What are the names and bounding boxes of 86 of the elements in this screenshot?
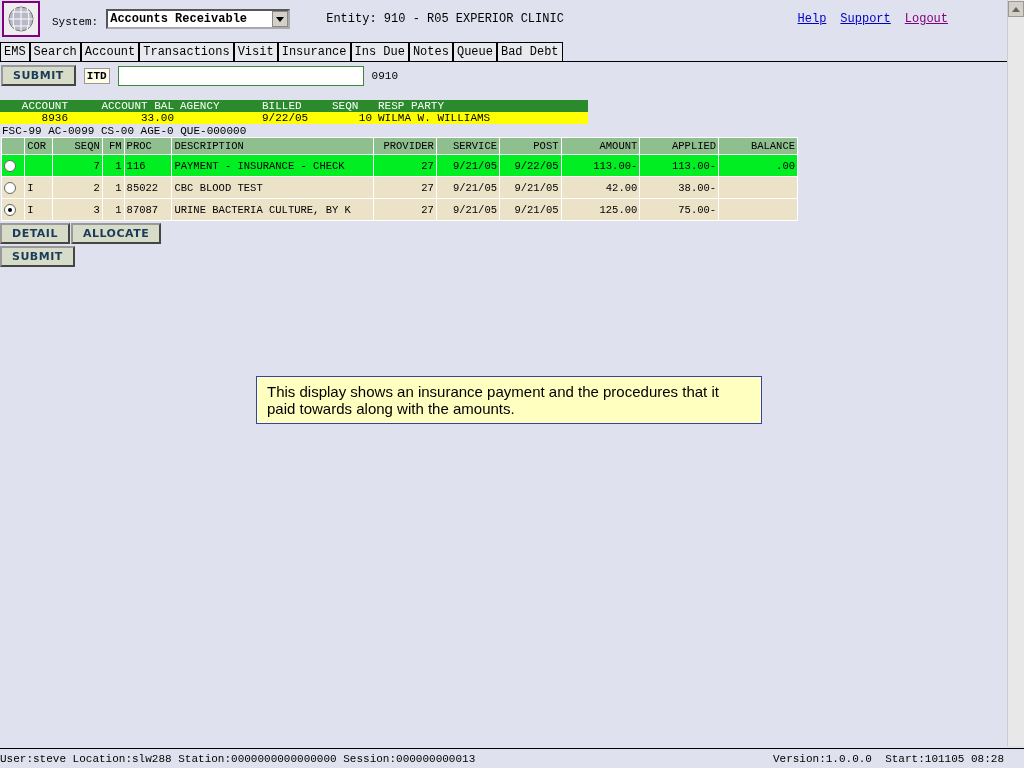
- column-header: FM: [102, 138, 124, 154]
- account-value: 10: [357, 112, 372, 124]
- table-cell: CBC BLOOD TEST: [174, 181, 263, 194]
- column-header: SEQN: [53, 138, 102, 154]
- table-cell: 9/21/05: [452, 181, 497, 194]
- table-cell: 7: [93, 159, 100, 172]
- command-input-field[interactable]: [117, 65, 364, 86]
- tab[interactable]: Transactions: [139, 42, 234, 61]
- account-value: WILMA W. WILLIAMS: [378, 112, 492, 124]
- column-header: APPLIED: [640, 138, 719, 154]
- tab[interactable]: Notes: [408, 42, 453, 61]
- row-radio[interactable]: [4, 159, 16, 172]
- system-label: System:: [52, 16, 99, 28]
- table-cell: 85022: [126, 181, 159, 194]
- tab[interactable]: EMS: [0, 42, 30, 61]
- account-codes: FSC-99 AC-0099 CS-00 AGE-0 QUE-000000: [2, 125, 248, 137]
- column-header: AMOUNT: [561, 138, 640, 154]
- table-cell: 9/22/05: [514, 159, 559, 172]
- tab[interactable]: Queue: [452, 42, 497, 61]
- account-column-header: ACCOUNT BAL: [100, 100, 174, 112]
- submit-button[interactable]: SUBMIT: [1, 65, 76, 86]
- account-column-header: ACCOUNT: [20, 100, 68, 112]
- table-cell: I: [27, 181, 34, 194]
- account-value: 33.00: [140, 112, 174, 124]
- header-link[interactable]: Logout: [904, 12, 948, 26]
- column-header: COR: [25, 138, 53, 154]
- row-radio[interactable]: [4, 203, 16, 216]
- table-cell: 9/21/05: [452, 203, 497, 216]
- table-cell: 1: [115, 159, 122, 172]
- account-column-header: BILLED: [262, 100, 303, 112]
- entity-code: 0910: [371, 69, 398, 82]
- table-cell: URINE BACTERIA CULTURE, BY K: [174, 203, 351, 216]
- account-value: 8936: [40, 112, 68, 124]
- table-cell: I: [27, 203, 34, 216]
- table-cell: 38.00-: [678, 181, 717, 194]
- system-select[interactable]: Accounts Receivable: [106, 9, 291, 29]
- table-cell: 9/21/05: [452, 159, 497, 172]
- table-cell: 3: [93, 203, 100, 216]
- header-link[interactable]: Support: [840, 12, 891, 26]
- column-header: BALANCE: [719, 138, 797, 154]
- scrollbar[interactable]: [1007, 0, 1024, 746]
- table-cell: 113.00-: [672, 159, 717, 172]
- table-cell: 27: [421, 181, 434, 194]
- table-cell: 27: [421, 203, 434, 216]
- account-column-header: AGENCY: [180, 100, 221, 112]
- action-button[interactable]: ALLOCATE: [70, 223, 162, 244]
- table-cell: 1: [115, 181, 122, 194]
- account-column-header: SEQN: [332, 100, 360, 112]
- info-note: This display shows an insurance payment and the procedures that it paid towards along with the amounts.: [256, 376, 762, 424]
- table-cell: PAYMENT - INSURANCE - CHECK: [174, 159, 345, 172]
- table-cell: 9/21/05: [514, 203, 559, 216]
- table-cell: 42.00: [605, 181, 638, 194]
- column-header: PROC: [124, 138, 172, 154]
- account-column-header: RESP PARTY: [378, 100, 445, 112]
- column-header: PROVIDER: [373, 138, 436, 154]
- table-cell: 125.00: [599, 203, 638, 216]
- table-cell: 87087: [126, 203, 159, 216]
- command-code-field[interactable]: ITD: [83, 67, 110, 84]
- tab[interactable]: Insurance: [277, 42, 351, 61]
- table-cell: 2: [93, 181, 100, 194]
- status-session-info: User:steve Location:slw288 Station:0000000000000000 Session:000000000013: [0, 752, 476, 765]
- column-header: POST: [500, 138, 561, 154]
- scroll-up-icon: [1012, 6, 1020, 12]
- table-cell: 27: [421, 159, 434, 172]
- table-cell: 9/21/05: [514, 181, 559, 194]
- tab[interactable]: Ins Due: [350, 42, 409, 61]
- entity-label: Entity: 910 - R05 EXPERIOR CLINIC: [326, 12, 564, 26]
- column-header: DESCRIPTION: [172, 138, 373, 154]
- tab[interactable]: Bad Debt: [496, 42, 563, 61]
- submit-button[interactable]: SUBMIT: [0, 246, 75, 267]
- row-radio[interactable]: [4, 181, 16, 194]
- column-header: SERVICE: [436, 138, 499, 154]
- status-version-info: Version:1.0.0.0 Start:101105 08:28: [772, 752, 1004, 765]
- table-cell: 116: [126, 159, 146, 172]
- account-value: 9/22/05: [262, 112, 310, 124]
- tab[interactable]: Search: [29, 42, 81, 61]
- action-button[interactable]: DETAIL: [0, 223, 70, 244]
- globe-logo-icon: [2, 1, 40, 37]
- table-cell: 1: [115, 203, 122, 216]
- tab[interactable]: Account: [80, 42, 140, 61]
- table-cell: .00: [776, 159, 795, 172]
- table-cell: 75.00-: [678, 203, 717, 216]
- caret-icon: [276, 16, 285, 22]
- tab[interactable]: Visit: [233, 42, 278, 61]
- header-link[interactable]: Help: [797, 12, 827, 26]
- table-cell: 113.00-: [593, 159, 638, 172]
